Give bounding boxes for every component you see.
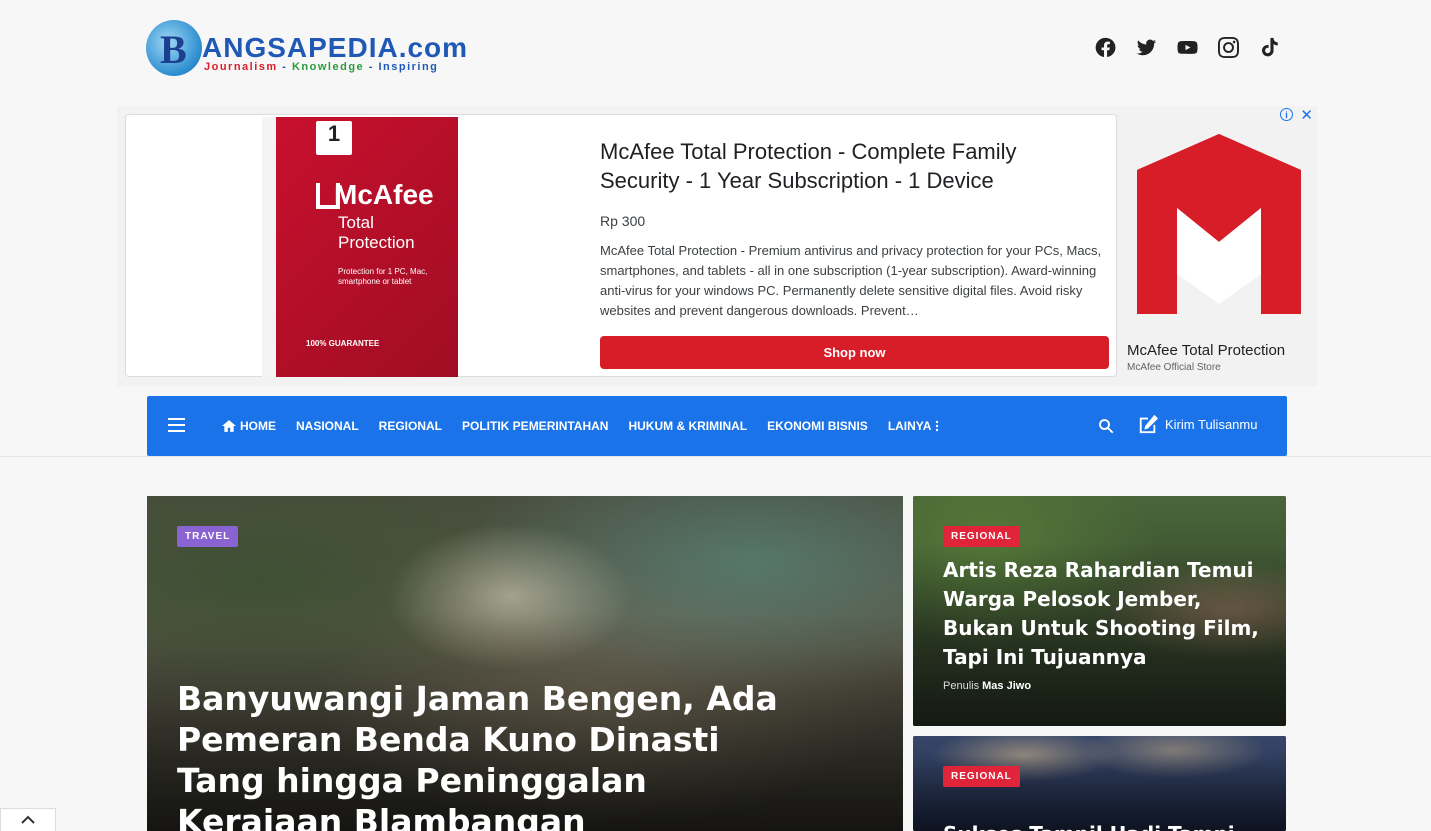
product-brand: McAfee <box>334 179 434 210</box>
product-name-line: Total <box>338 213 374 232</box>
ad-card[interactable]: 1 McAfee Total Protection Protection for… <box>125 114 1117 377</box>
author-prefix: Penulis <box>943 680 980 692</box>
nav-item-label: HUKUM & KRIMINAL <box>628 419 748 433</box>
nav-item-nasional[interactable]: NASIONAL <box>296 419 359 433</box>
logo-initial: B <box>160 27 187 72</box>
product-box-front: 1 McAfee Total Protection Protection for… <box>276 117 458 377</box>
author-name[interactable]: Mas Jiwo <box>982 680 1031 692</box>
ad-brand-subtitle: McAfee Official Store <box>1127 362 1221 373</box>
main-nav: HOME NASIONAL REGIONAL POLITIK PEMERINTA… <box>147 396 1287 456</box>
nav-item-politik-pemerintahan[interactable]: POLITIK PEMERINTAHAN <box>462 419 608 433</box>
instagram-icon[interactable] <box>1217 36 1240 59</box>
submit-article-button[interactable]: Kirim Tulisanmu <box>1137 414 1257 434</box>
side-article[interactable]: REGIONAL Artis Reza Rahardian Temui Warg… <box>913 496 1286 726</box>
category-badge-regional[interactable]: REGIONAL <box>943 526 1020 547</box>
tiktok-icon[interactable] <box>1258 36 1281 59</box>
product-name: Total Protection <box>338 213 415 253</box>
nav-item-regional[interactable]: REGIONAL <box>379 419 442 433</box>
site-header: B ANGSAPEDIA.com Journalism - Knowledge … <box>0 0 1431 100</box>
tagline-separator: - <box>368 61 374 73</box>
product-box-note: Protection for 1 PC, Mac, smartphone or … <box>338 267 428 286</box>
featured-article[interactable]: TRAVEL Banyuwangi Jaman Bengen, Ada Peme… <box>147 496 903 831</box>
nav-wrapper: HOME NASIONAL REGIONAL POLITIK PEMERINTA… <box>0 396 1431 457</box>
side-article-title[interactable]: Artis Reza Rahardian Temui Warga Pelosok… <box>943 556 1263 672</box>
ad-info-icon[interactable]: i <box>1280 108 1293 121</box>
search-icon[interactable] <box>1097 417 1115 435</box>
tagline-journalism: Journalism <box>204 61 278 73</box>
nav-item-ekonomi-bisnis[interactable]: EKONOMI BISNIS <box>767 419 868 433</box>
side-article[interactable]: REGIONAL Sukses Tampil Hadi Tampi <box>913 736 1286 831</box>
ad-brand-panel[interactable]: McAfee Total Protection McAfee Official … <box>1125 114 1315 377</box>
page: B ANGSAPEDIA.com Journalism - Knowledge … <box>0 0 1431 831</box>
logo-name: ANGSAPEDIA.com <box>202 32 469 63</box>
ad-title[interactable]: McAfee Total Protection - Complete Famil… <box>600 137 1100 195</box>
social-links <box>1094 36 1281 59</box>
more-vertical-icon <box>936 420 939 432</box>
submit-article-label: Kirim Tulisanmu <box>1165 416 1258 432</box>
shop-now-button[interactable]: Shop now <box>600 336 1109 369</box>
nav-item-label: HOME <box>240 419 276 433</box>
facebook-icon[interactable] <box>1094 36 1117 59</box>
ad-close-icon[interactable]: ✕ <box>1300 106 1313 124</box>
nav-item-hukum-kriminal[interactable]: HUKUM & KRIMINAL <box>628 419 747 433</box>
nav-item-label: NASIONAL <box>296 419 359 433</box>
nav-item-label: LAINYA <box>887 419 932 433</box>
nav-item-home[interactable]: HOME <box>222 419 276 433</box>
ad-description: McAfee Total Protection - Premium antivi… <box>600 243 1102 318</box>
article-author: Penulis Mas Jiwo <box>943 680 1031 692</box>
featured-article-title[interactable]: Banyuwangi Jaman Bengen, Ada Pemeran Ben… <box>177 678 797 831</box>
twitter-icon[interactable] <box>1135 36 1158 59</box>
hamburger-menu-icon[interactable] <box>168 418 185 432</box>
nav-item-lainya[interactable]: LAINYA <box>888 419 940 433</box>
tagline-separator: - <box>282 61 288 73</box>
mcafee-logo-icon <box>1137 134 1301 314</box>
nav-item-label: EKONOMI BISNIS <box>767 419 868 433</box>
home-icon <box>222 420 236 432</box>
site-logo[interactable]: B ANGSAPEDIA.com Journalism - Knowledge … <box>146 18 467 76</box>
category-badge-regional[interactable]: REGIONAL <box>943 766 1020 787</box>
back-to-top-button[interactable] <box>0 808 56 831</box>
advertisement: 1 McAfee Total Protection Protection for… <box>117 106 1317 386</box>
edit-icon <box>1139 414 1158 434</box>
logo-tagline: Journalism - Knowledge - Inspiring <box>204 61 438 73</box>
ad-brand-title: McAfee Total Protection <box>1127 342 1286 359</box>
nav-item-label: REGIONAL <box>378 419 443 433</box>
product-image[interactable]: 1 McAfee Total Protection Protection for… <box>262 117 458 377</box>
category-badge-travel[interactable]: TRAVEL <box>177 526 239 547</box>
chevron-up-icon <box>21 815 35 824</box>
tagline-inspiring: Inspiring <box>378 61 439 73</box>
nav-item-label: POLITIK PEMERINTAHAN <box>462 419 609 433</box>
product-guarantee: 100% GUARANTEE <box>306 339 380 348</box>
side-article-title[interactable]: Sukses Tampil Hadi Tampi <box>943 822 1235 831</box>
product-name-line: Protection <box>338 233 415 252</box>
ad-price: Rp 300 <box>600 213 646 229</box>
nav-menu: HOME NASIONAL REGIONAL POLITIK PEMERINTA… <box>222 396 959 456</box>
youtube-icon[interactable] <box>1176 36 1199 59</box>
tagline-knowledge: Knowledge <box>291 61 365 73</box>
product-device-count: 1 <box>316 121 352 155</box>
